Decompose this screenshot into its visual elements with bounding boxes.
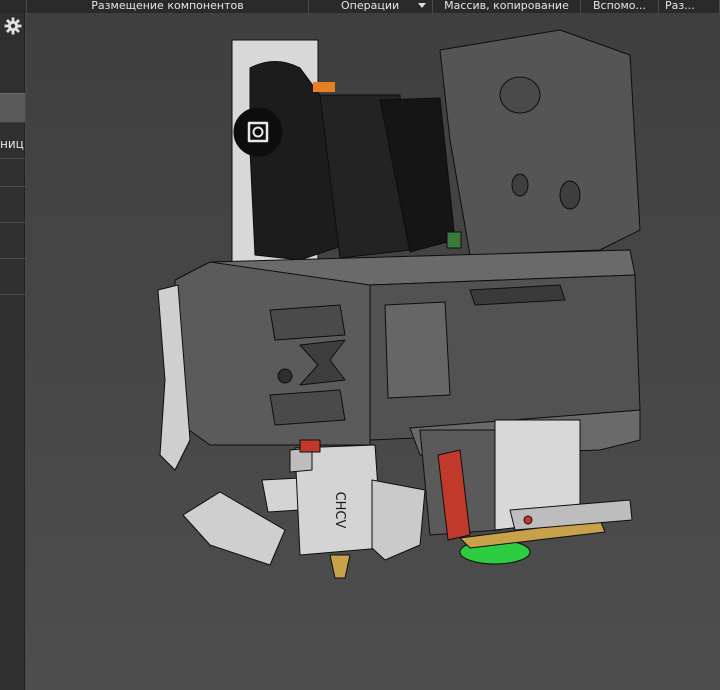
back-plate — [439, 29, 641, 256]
gear-icon[interactable] — [3, 16, 23, 36]
duct-connector — [261, 477, 301, 513]
left-panel: ниц — [0, 13, 25, 690]
menu-item-section[interactable]: Раз... — [659, 0, 720, 13]
vent — [269, 304, 346, 341]
heater-wire — [299, 439, 321, 453]
menu-item-operations[interactable]: Операции — [309, 0, 433, 13]
panel-label: ниц — [0, 137, 24, 151]
menu-item-cut[interactable] — [0, 0, 27, 13]
divider — [0, 294, 25, 295]
mount-hole — [559, 180, 581, 210]
orange-wire — [313, 82, 335, 92]
3d-viewport[interactable]: CHCV — [26, 13, 720, 690]
divider — [0, 222, 25, 223]
menu-item-auxiliary[interactable]: Вспомо... — [581, 0, 659, 13]
mount-hole — [499, 76, 541, 114]
menu-item-component-placement[interactable]: Размещение компонентов — [27, 0, 309, 13]
probe-led — [523, 515, 533, 525]
divider — [0, 258, 25, 259]
connector — [446, 231, 462, 249]
screw-hole — [277, 368, 293, 384]
heater-block-text: CHCV — [332, 492, 347, 529]
3d-model-canvas[interactable]: CHCV — [26, 13, 720, 690]
ribbon-menu-strip: Размещение компонентов Операции Массив, … — [0, 0, 720, 13]
carriage-bracket — [384, 301, 451, 399]
vent — [269, 389, 346, 426]
menu-item-array-copy[interactable]: Массив, копирование — [433, 0, 581, 13]
chevron-down-icon[interactable] — [418, 3, 426, 8]
mount-hole — [511, 173, 529, 197]
lever-knob — [233, 107, 283, 157]
divider — [0, 186, 25, 187]
panel-input-field[interactable] — [0, 93, 25, 123]
divider — [0, 158, 25, 159]
